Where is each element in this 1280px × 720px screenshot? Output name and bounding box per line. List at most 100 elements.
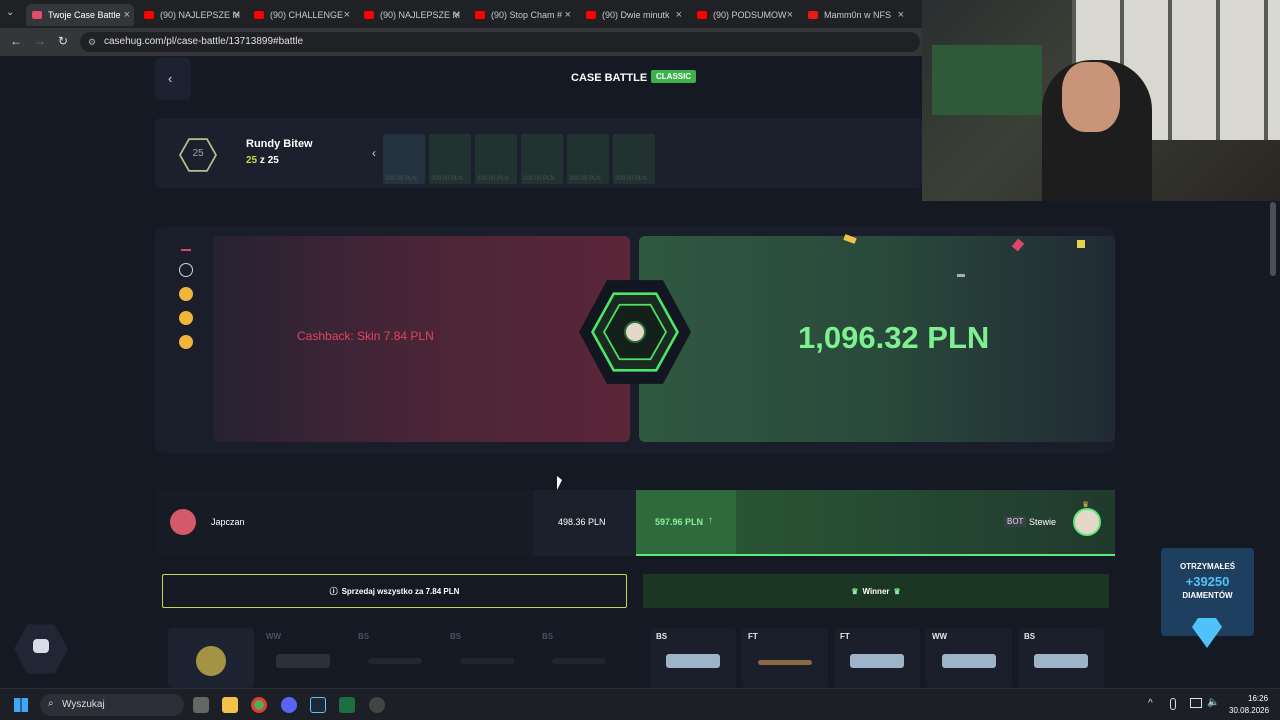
item-card[interactable]: FT bbox=[742, 628, 828, 688]
tab-youtube-2[interactable]: (90) CHALLENGE × bbox=[248, 4, 354, 26]
battle-result-panel: Cashback: Skin 7.84 PLN 1,096.32 PLN bbox=[155, 227, 1115, 453]
site-info-icon[interactable]: ⚙ bbox=[88, 32, 96, 52]
tab-youtube-6[interactable]: (90) PODSUMOW × bbox=[691, 4, 797, 26]
url-text: casehug.com/pl/case-battle/13713899#batt… bbox=[104, 36, 304, 47]
clock-date[interactable]: 30.08.2026 bbox=[1229, 706, 1269, 715]
network-icon[interactable] bbox=[1190, 698, 1202, 708]
item-card[interactable]: BS bbox=[650, 628, 736, 688]
round-item[interactable]: 200.00 PLN bbox=[383, 134, 425, 184]
chrome-icon[interactable] bbox=[251, 697, 267, 713]
windows-start-icon[interactable] bbox=[14, 698, 28, 712]
tab-label: Twoje Case Battle bbox=[48, 10, 121, 20]
round-item[interactable]: 200.00 PLN bbox=[613, 134, 655, 184]
tab-youtube-5[interactable]: (90) Dwie minutk × bbox=[580, 4, 686, 26]
page-title: CASE BATTLE bbox=[571, 72, 648, 84]
task-view-icon[interactable] bbox=[193, 697, 209, 713]
file-explorer-icon[interactable] bbox=[222, 697, 238, 713]
player-name[interactable]: Japczan bbox=[211, 517, 245, 527]
worried-emoji-icon[interactable] bbox=[179, 311, 193, 325]
back-icon[interactable]: ← bbox=[10, 34, 22, 48]
chat-button[interactable] bbox=[14, 624, 68, 674]
sell-all-button[interactable]: ⓘ Sprzedaj wszystko za 7.84 PLN bbox=[162, 574, 627, 608]
tab-label: (90) Dwie minutk bbox=[602, 10, 670, 20]
rounds-title: Rundy Bitew bbox=[246, 138, 313, 150]
item-card[interactable]: BS bbox=[1018, 628, 1104, 688]
rounds-prev-icon[interactable]: ‹ bbox=[372, 146, 376, 160]
round-item[interactable]: 200.00 PLN bbox=[567, 134, 609, 184]
tab-list-chevron-icon[interactable]: ⌄ bbox=[6, 7, 14, 18]
youtube-icon bbox=[364, 11, 374, 19]
shocked-emoji-icon[interactable] bbox=[179, 335, 193, 349]
tab-label: (90) NAJLEPSZE M bbox=[380, 10, 461, 20]
tab-youtube-1[interactable]: (90) NAJLEPSZE M × bbox=[138, 4, 244, 26]
round-item[interactable]: 200.00 PLN bbox=[475, 134, 517, 184]
item-condition: FT bbox=[840, 632, 850, 641]
taskbar-search[interactable]: ⌕ Wyszukaj bbox=[40, 694, 184, 716]
steam-icon[interactable] bbox=[310, 697, 326, 713]
player-name[interactable]: Stewie bbox=[1029, 517, 1056, 527]
discord-icon[interactable] bbox=[281, 697, 297, 713]
close-icon[interactable]: × bbox=[565, 9, 571, 21]
app-icon[interactable] bbox=[369, 697, 385, 713]
youtube-icon bbox=[254, 11, 264, 19]
item-condition: BS bbox=[450, 632, 462, 641]
mode-badge: CLASSIC bbox=[651, 70, 697, 83]
weapon-icon bbox=[1034, 654, 1088, 668]
tab-youtube-3[interactable]: (90) NAJLEPSZE M × bbox=[358, 4, 464, 26]
round-count-hex: 25 bbox=[179, 138, 217, 172]
rounds-item-strip: 200.00 PLN 200.00 PLN 200.00 PLN 200.00 … bbox=[383, 134, 657, 184]
crown-icon: ♛ bbox=[893, 586, 901, 596]
weapon-icon bbox=[368, 658, 422, 664]
reload-icon[interactable]: ↻ bbox=[58, 34, 68, 48]
youtube-icon bbox=[697, 11, 707, 19]
close-icon[interactable]: × bbox=[124, 9, 130, 21]
round-item-price: 200.00 PLN bbox=[477, 176, 509, 182]
back-button[interactable]: ‹ bbox=[155, 58, 191, 100]
arrow-up-icon: ↑ bbox=[708, 515, 713, 526]
face-image bbox=[1062, 62, 1120, 132]
tab-youtube-4[interactable]: (90) Stop Cham # × bbox=[469, 4, 575, 26]
item-card[interactable]: FT bbox=[834, 628, 920, 688]
tab-case-battle[interactable]: Twoje Case Battle × bbox=[26, 4, 134, 26]
tab-label: (90) Stop Cham # bbox=[491, 10, 563, 20]
round-item-price: 200.00 PLN bbox=[431, 176, 463, 182]
round-item[interactable]: 200.00 PLN bbox=[429, 134, 471, 184]
item-card[interactable]: BS bbox=[352, 628, 438, 688]
rounds-total: 25 bbox=[267, 155, 279, 166]
confetti bbox=[1077, 240, 1085, 248]
emoji-indicator bbox=[181, 249, 191, 251]
forward-icon[interactable]: → bbox=[34, 34, 46, 48]
item-card[interactable]: WW bbox=[926, 628, 1012, 688]
winner-avatar bbox=[624, 321, 646, 343]
close-icon[interactable]: × bbox=[676, 9, 682, 21]
close-icon[interactable]: × bbox=[787, 9, 793, 21]
round-item[interactable]: 200.00 PLN bbox=[521, 134, 563, 184]
tab-twitch[interactable]: Mamm0n w NFS × bbox=[802, 4, 908, 26]
confetti bbox=[843, 234, 857, 244]
weapon-icon bbox=[666, 654, 720, 668]
diamond-icon bbox=[1192, 618, 1222, 648]
volume-icon[interactable]: 🔈 bbox=[1207, 697, 1219, 708]
smile-emoji-icon[interactable] bbox=[179, 263, 193, 277]
sticker-icon bbox=[196, 646, 226, 676]
item-card[interactable]: BS bbox=[444, 628, 530, 688]
close-icon[interactable]: × bbox=[898, 9, 904, 21]
item-card[interactable] bbox=[168, 628, 254, 688]
rounds-panel: 25 Rundy Bitew 25 z 25 ‹ 200.00 PLN 200.… bbox=[155, 118, 922, 188]
clock-time[interactable]: 16:26 bbox=[1248, 694, 1268, 703]
sad-emoji-icon[interactable] bbox=[179, 287, 193, 301]
item-card[interactable]: BS bbox=[536, 628, 622, 688]
url-field[interactable]: ⚙ casehug.com/pl/case-battle/13713899#ba… bbox=[80, 32, 920, 52]
item-card[interactable]: WW bbox=[260, 628, 346, 688]
close-icon[interactable]: × bbox=[344, 9, 350, 21]
avatar[interactable] bbox=[1073, 508, 1101, 536]
scrollbar[interactable] bbox=[1270, 202, 1276, 276]
microphone-icon[interactable] bbox=[1170, 698, 1176, 710]
item-condition: FT bbox=[748, 632, 758, 641]
excel-icon[interactable] bbox=[339, 697, 355, 713]
weapon-icon bbox=[460, 658, 514, 664]
close-icon[interactable]: × bbox=[454, 9, 460, 21]
close-icon[interactable]: × bbox=[234, 9, 240, 21]
tray-chevron-icon[interactable]: ^ bbox=[1148, 698, 1153, 709]
avatar[interactable] bbox=[170, 509, 196, 535]
